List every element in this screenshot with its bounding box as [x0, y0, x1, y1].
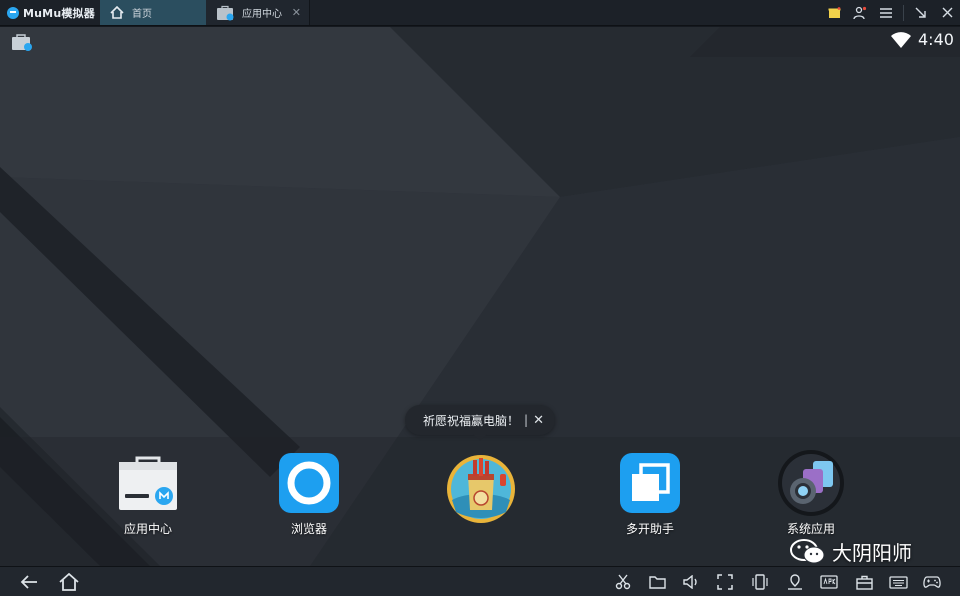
mumu-logo-icon: [7, 6, 19, 19]
emulator-window: MuMu模拟器 首页 应用中心 ✕ 4:40 祈愿祝福赢电脑！ | ✕ 应用中心…: [0, 0, 960, 596]
watermark-text: 大阴阳师: [832, 541, 912, 565]
dock-system-apps[interactable]: 系统应用: [761, 450, 861, 542]
collapse-icon[interactable]: [908, 0, 934, 26]
scissors-icon[interactable]: [613, 572, 633, 592]
store-icon[interactable]: [11, 33, 33, 55]
tab-home[interactable]: 首页: [100, 0, 206, 25]
tab-home-label: 首页: [132, 9, 152, 20]
android-status-bar: 4:40: [0, 27, 960, 55]
brand-name: MuMu模拟器: [23, 6, 95, 20]
dock-label: 应用中心: [123, 522, 172, 536]
toast-text: 祈愿祝福赢电脑！: [423, 413, 520, 428]
dock-label: 浏览器: [290, 522, 327, 536]
volume-icon[interactable]: [681, 572, 701, 592]
menu-icon[interactable]: [873, 0, 899, 26]
watermark: 大阴阳师: [790, 537, 912, 566]
dock-app-center[interactable]: 应用中心: [98, 452, 198, 542]
control-divider: [903, 4, 904, 21]
dock-label: 系统应用: [786, 522, 835, 536]
app-store-icon: [217, 5, 234, 20]
dock-multi-instance[interactable]: 多开助手: [600, 452, 700, 542]
rotate-icon[interactable]: [750, 572, 770, 592]
tab-app-center[interactable]: 应用中心 ✕: [206, 0, 310, 25]
apk-icon[interactable]: [819, 572, 839, 592]
back-icon[interactable]: [18, 571, 40, 593]
home-icon: [110, 6, 124, 19]
toolbox-icon[interactable]: [854, 572, 874, 592]
app-center-icon: [117, 452, 179, 514]
keyboard-icon[interactable]: [888, 572, 908, 592]
brand: MuMu模拟器: [0, 0, 100, 25]
browser-icon: [278, 452, 340, 514]
user-icon[interactable]: [847, 0, 873, 26]
status-clock: 4:40: [918, 30, 954, 49]
notification-icon[interactable]: [821, 0, 847, 26]
android-desktop: 4:40 祈愿祝福赢电脑！ | ✕ 应用中心 浏览器 多开助手 系统应用 大阴阳…: [0, 27, 960, 566]
wifi-icon: [891, 32, 911, 48]
system-apps-icon: [778, 450, 844, 516]
tab-app-center-label: 应用中心: [242, 9, 282, 20]
location-icon[interactable]: [785, 572, 805, 592]
dock-browser[interactable]: 浏览器: [259, 452, 359, 542]
dock-game-event[interactable]: [431, 452, 531, 542]
fullscreen-icon[interactable]: [715, 572, 735, 592]
toast-separator: |: [524, 413, 529, 427]
dock-label: 多开助手: [625, 522, 674, 536]
gamepad-icon[interactable]: [922, 572, 942, 592]
close-icon[interactable]: [934, 0, 960, 26]
bottom-toolbar: [0, 566, 960, 596]
home-icon[interactable]: [58, 571, 80, 593]
tab-close-icon[interactable]: ✕: [292, 6, 301, 19]
toast-close-icon[interactable]: ✕: [533, 413, 544, 428]
wechat-icon: [790, 538, 825, 563]
promo-toast[interactable]: 祈愿祝福赢电脑！ | ✕: [405, 405, 555, 441]
multi-instance-icon: [619, 452, 681, 514]
folder-icon[interactable]: [647, 572, 667, 592]
title-bar: MuMu模拟器 首页 应用中心 ✕: [0, 0, 960, 26]
window-controls: [821, 0, 960, 25]
game-event-icon: [447, 452, 515, 523]
